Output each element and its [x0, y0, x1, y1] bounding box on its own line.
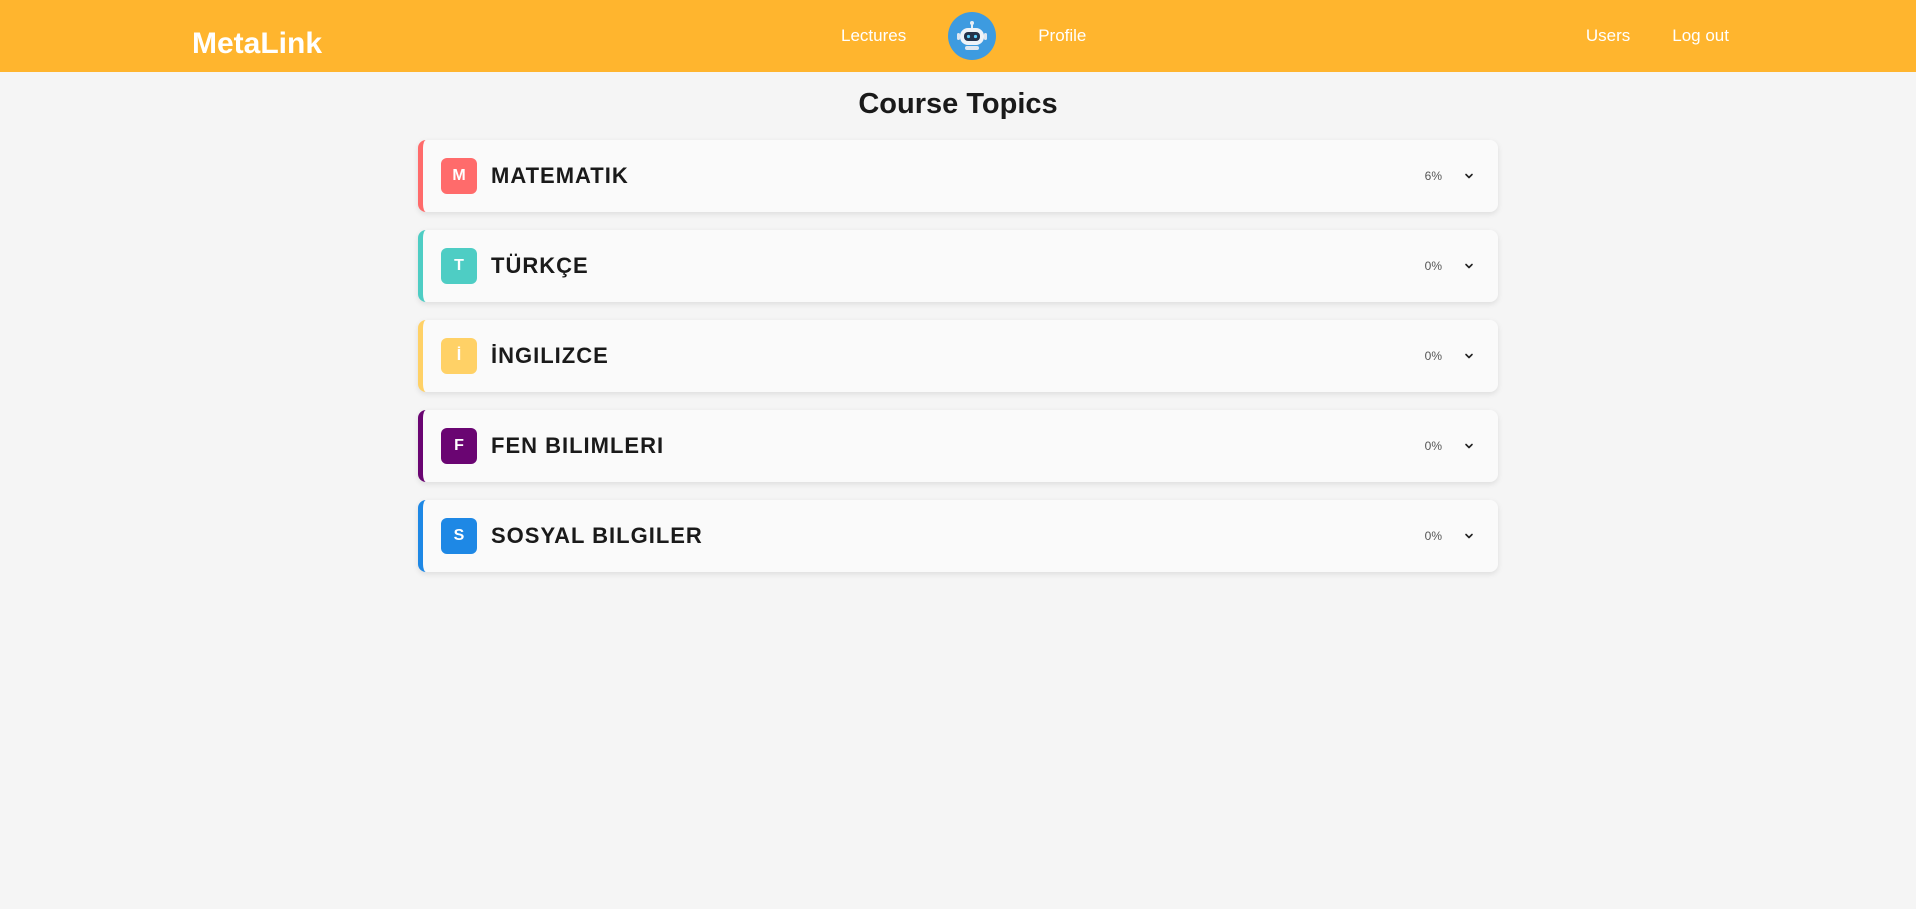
topic-meta: 0%: [1425, 529, 1476, 543]
nav-right: Users Log out: [1544, 0, 1729, 72]
topic-list: M MATEMATIK 6% T TÜRKÇE 0% İ İNGILIZCE 0…: [418, 140, 1498, 572]
nav-users-link[interactable]: Users: [1586, 26, 1630, 46]
brand-logo[interactable]: MetaLink: [192, 0, 322, 72]
robot-icon: [957, 21, 988, 50]
topic-progress: 6%: [1424, 169, 1442, 183]
chevron-down-icon[interactable]: [1462, 259, 1476, 273]
topic-meta: 0%: [1425, 349, 1476, 363]
topic-progress: 0%: [1424, 259, 1442, 273]
nav-lectures-link[interactable]: Lectures: [841, 26, 906, 46]
topic-card-turkce[interactable]: T TÜRKÇE 0%: [418, 230, 1498, 302]
topic-name: MATEMATIK: [491, 163, 629, 188]
chevron-down-icon[interactable]: [1462, 349, 1476, 363]
topic-meta: 6%: [1425, 169, 1476, 183]
chevron-down-icon[interactable]: [1462, 439, 1476, 453]
nav-profile-link[interactable]: Profile: [1038, 26, 1086, 46]
page-title: Course Topics: [858, 88, 1058, 120]
topic-name: İNGILIZCE: [491, 343, 609, 368]
topic-letter-badge: F: [441, 428, 477, 464]
chatbot-icon[interactable]: [948, 12, 997, 60]
topic-progress: 0%: [1424, 529, 1442, 543]
topic-letter-badge: İ: [441, 338, 477, 374]
topic-meta: 0%: [1425, 259, 1476, 273]
topic-letter-badge: M: [441, 158, 477, 194]
chevron-down-icon[interactable]: [1462, 169, 1476, 183]
topic-name: TÜRKÇE: [491, 253, 589, 278]
topic-card-fen-bilimleri[interactable]: F FEN BILIMLERI 0%: [418, 410, 1498, 482]
topic-card-matematik[interactable]: M MATEMATIK 6%: [418, 140, 1498, 212]
topic-name: SOSYAL BILGILER: [491, 523, 703, 548]
topic-letter-badge: T: [441, 248, 477, 284]
topic-letter-badge: S: [441, 518, 477, 554]
topic-card-ingilizce[interactable]: İ İNGILIZCE 0%: [418, 320, 1498, 392]
topic-card-sosyal-bilgiler[interactable]: S SOSYAL BILGILER 0%: [418, 500, 1498, 572]
topic-meta: 0%: [1425, 439, 1476, 453]
nav-center: Lectures Profile: [820, 0, 1086, 72]
navbar: MetaLink Lectures Profile Users Log out: [0, 0, 1916, 72]
logout-link[interactable]: Log out: [1672, 26, 1729, 46]
chevron-down-icon[interactable]: [1462, 529, 1476, 543]
topic-progress: 0%: [1424, 439, 1442, 453]
topic-progress: 0%: [1424, 349, 1442, 363]
topic-name: FEN BILIMLERI: [491, 433, 665, 458]
